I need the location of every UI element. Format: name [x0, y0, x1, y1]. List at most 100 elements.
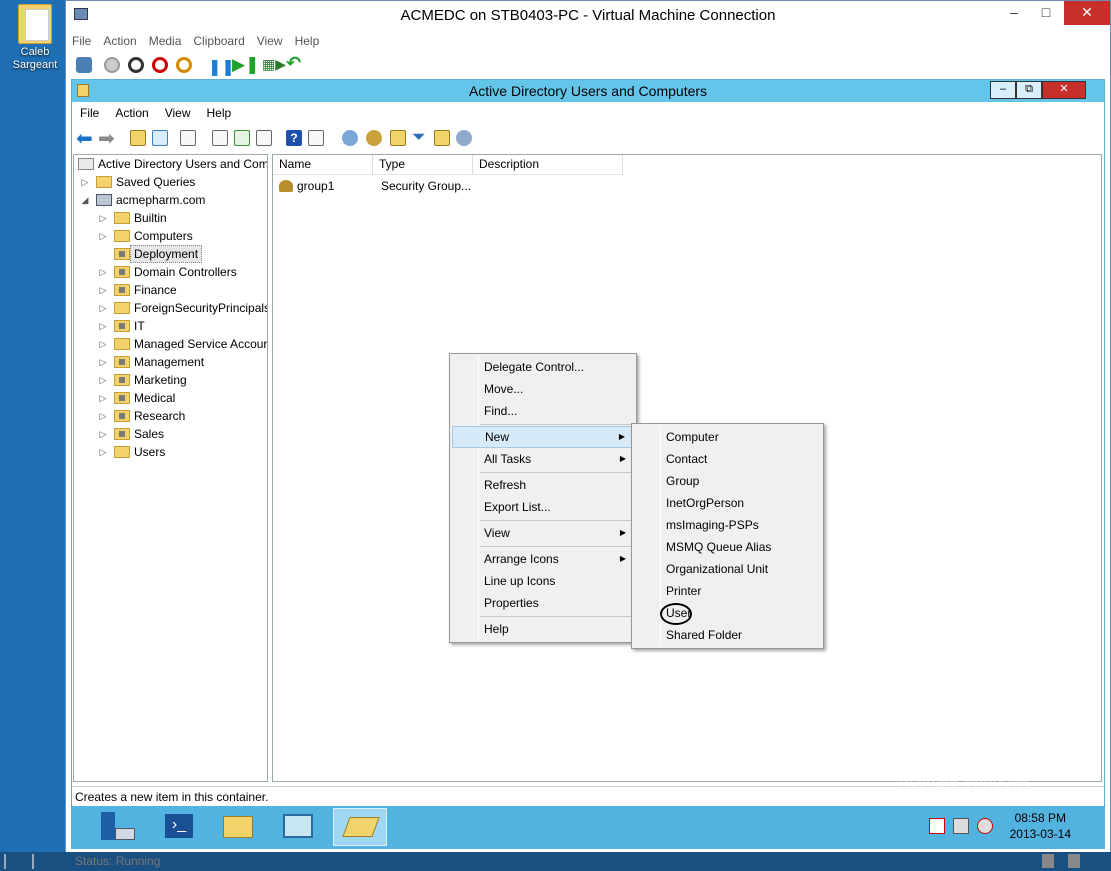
- expand-arrow-icon[interactable]: ▷: [98, 407, 108, 425]
- save-state-icon[interactable]: [176, 57, 192, 73]
- aduc-root-icon: [78, 158, 94, 170]
- show-hide-tree-icon[interactable]: [152, 130, 168, 146]
- tree-item-label: Finance: [134, 283, 177, 297]
- tree-item-label: Deployment: [130, 245, 203, 263]
- expand-arrow-icon[interactable]: ▷: [98, 335, 108, 353]
- aduc-menu-action[interactable]: Action: [107, 103, 156, 120]
- shut-down-icon[interactable]: [152, 57, 168, 73]
- expand-arrow-icon[interactable]: ▷: [98, 353, 108, 371]
- keyboard-lock-icon: [1042, 854, 1054, 868]
- turn-off-icon[interactable]: [128, 57, 144, 73]
- revert-icon[interactable]: ↶: [286, 53, 301, 74]
- aduc-taskbar-button[interactable]: [333, 808, 387, 846]
- maximize-button[interactable]: □: [1030, 1, 1062, 25]
- start-icon[interactable]: [104, 57, 120, 73]
- network-icon[interactable]: [953, 818, 969, 834]
- aduc-menu-view[interactable]: View: [157, 103, 199, 120]
- menu-item-export-list[interactable]: Export List...: [452, 496, 634, 518]
- aduc-menu-help[interactable]: Help: [199, 103, 240, 120]
- submenu-item-shared-folder[interactable]: Shared Folder: [634, 624, 821, 646]
- clock-date: 2013-03-14: [1009, 827, 1071, 841]
- submenu-item-computer[interactable]: Computer: [634, 426, 821, 448]
- expand-arrow-icon[interactable]: ▷: [98, 263, 108, 281]
- back-arrow-icon[interactable]: ⬅: [76, 126, 93, 151]
- menu-item-delegate-control[interactable]: Delegate Control...: [452, 356, 634, 378]
- aduc-close-button[interactable]: ✕: [1042, 81, 1086, 99]
- aduc-menu-file[interactable]: File: [72, 103, 107, 120]
- clock-time: 08:58 PM: [1014, 811, 1066, 825]
- menu-item-view[interactable]: View ▶: [452, 522, 634, 544]
- expand-arrow-icon[interactable]: ▷: [98, 227, 108, 245]
- submenu-item-inetorgperson[interactable]: InetOrgPerson: [634, 492, 821, 514]
- find-icon[interactable]: [434, 130, 450, 146]
- properties-icon[interactable]: [212, 130, 228, 146]
- column-header-name[interactable]: Name: [273, 155, 373, 175]
- expand-arrow-icon[interactable]: ▷: [98, 299, 108, 317]
- menu-item-new[interactable]: New ▶: [452, 426, 634, 448]
- menu-item-properties[interactable]: Properties: [452, 592, 634, 614]
- aduc-minimize-button[interactable]: –: [990, 81, 1016, 99]
- add-to-group-icon[interactable]: [456, 130, 472, 146]
- remote-desktop-button[interactable]: [271, 808, 325, 846]
- expand-arrow-icon[interactable]: ▷: [98, 281, 108, 299]
- refresh-icon[interactable]: [234, 130, 250, 146]
- column-header-description[interactable]: Description: [473, 155, 623, 175]
- resume-icon[interactable]: ▶❚: [232, 55, 259, 75]
- vm-menu-clipboard[interactable]: Clipboard: [187, 31, 250, 48]
- volume-muted-icon[interactable]: [977, 818, 993, 834]
- menu-item-refresh[interactable]: Refresh: [452, 474, 634, 496]
- console-icon[interactable]: [308, 130, 324, 146]
- powershell-button[interactable]: ›_: [151, 808, 205, 846]
- aduc-restore-button[interactable]: ⧉: [1016, 81, 1042, 99]
- menu-item-help[interactable]: Help: [452, 618, 634, 640]
- menu-item-all-tasks[interactable]: All Tasks ▶: [452, 448, 634, 470]
- clipboard-icon[interactable]: [180, 130, 196, 146]
- export-list-icon[interactable]: [256, 130, 272, 146]
- minimize-button[interactable]: –: [998, 1, 1030, 25]
- expand-arrow-icon[interactable]: ▷: [98, 371, 108, 389]
- server-manager-button[interactable]: [91, 808, 145, 846]
- close-button[interactable]: ✕: [1064, 1, 1110, 25]
- pause-icon[interactable]: ❚❚: [208, 57, 235, 77]
- vm-menu-media[interactable]: Media: [143, 31, 188, 48]
- vm-menu-action[interactable]: Action: [97, 31, 142, 48]
- vm-menu-file[interactable]: File: [66, 31, 97, 48]
- new-group-icon[interactable]: [366, 130, 382, 146]
- up-folder-icon[interactable]: [130, 130, 146, 146]
- menu-item-arrange-icons[interactable]: Arrange Icons ▶: [452, 548, 634, 570]
- new-user-icon[interactable]: [342, 130, 358, 146]
- expand-arrow-icon[interactable]: ▷: [80, 173, 90, 191]
- help-icon[interactable]: ?: [286, 130, 302, 146]
- checkpoint-icon[interactable]: ▦▶: [262, 56, 286, 73]
- tree-root-label: Active Directory Users and Com: [98, 157, 268, 171]
- tree-item-label: Research: [134, 409, 186, 423]
- expand-arrow-icon[interactable]: ▷: [98, 443, 108, 461]
- expand-arrow-icon[interactable]: ▷: [98, 317, 108, 335]
- submenu-item-contact[interactable]: Contact: [634, 448, 821, 470]
- file-explorer-button[interactable]: [211, 808, 265, 846]
- filter-icon[interactable]: ⏷: [412, 127, 426, 147]
- column-header-type[interactable]: Type: [373, 155, 473, 175]
- desktop-folder-icon[interactable]: Caleb Sargeant: [4, 4, 66, 72]
- submenu-item-msimaging-psps[interactable]: msImaging-PSPs: [634, 514, 821, 536]
- expand-arrow-icon[interactable]: ▷: [98, 425, 108, 443]
- submenu-item-msmq-queue-alias[interactable]: MSMQ Queue Alias: [634, 536, 821, 558]
- ctrl-alt-del-icon[interactable]: [76, 57, 92, 73]
- submenu-item-group[interactable]: Group: [634, 470, 821, 492]
- menu-item-line-up-icons[interactable]: Line up Icons: [452, 570, 634, 592]
- vm-menu-view[interactable]: View: [251, 31, 289, 48]
- forward-arrow-icon[interactable]: ➡: [98, 126, 115, 151]
- menu-item-move[interactable]: Move...: [452, 378, 634, 400]
- submenu-item-organizational-unit[interactable]: Organizational Unit: [634, 558, 821, 580]
- vm-window-title: ACMEDC on STB0403-PC - Virtual Machine C…: [400, 7, 776, 24]
- action-center-icon[interactable]: [929, 818, 945, 834]
- expand-arrow-icon[interactable]: ▷: [98, 389, 108, 407]
- new-ou-icon[interactable]: [390, 130, 406, 146]
- expand-arrow-icon[interactable]: ▷: [98, 209, 108, 227]
- row-name: group1: [297, 179, 335, 193]
- submenu-item-printer[interactable]: Printer: [634, 580, 821, 602]
- vm-menu-help[interactable]: Help: [289, 31, 326, 48]
- collapse-arrow-icon[interactable]: ◢: [80, 191, 90, 209]
- clock[interactable]: 08:58 PM 2013-03-14: [1010, 810, 1071, 842]
- menu-item-find[interactable]: Find...: [452, 400, 634, 422]
